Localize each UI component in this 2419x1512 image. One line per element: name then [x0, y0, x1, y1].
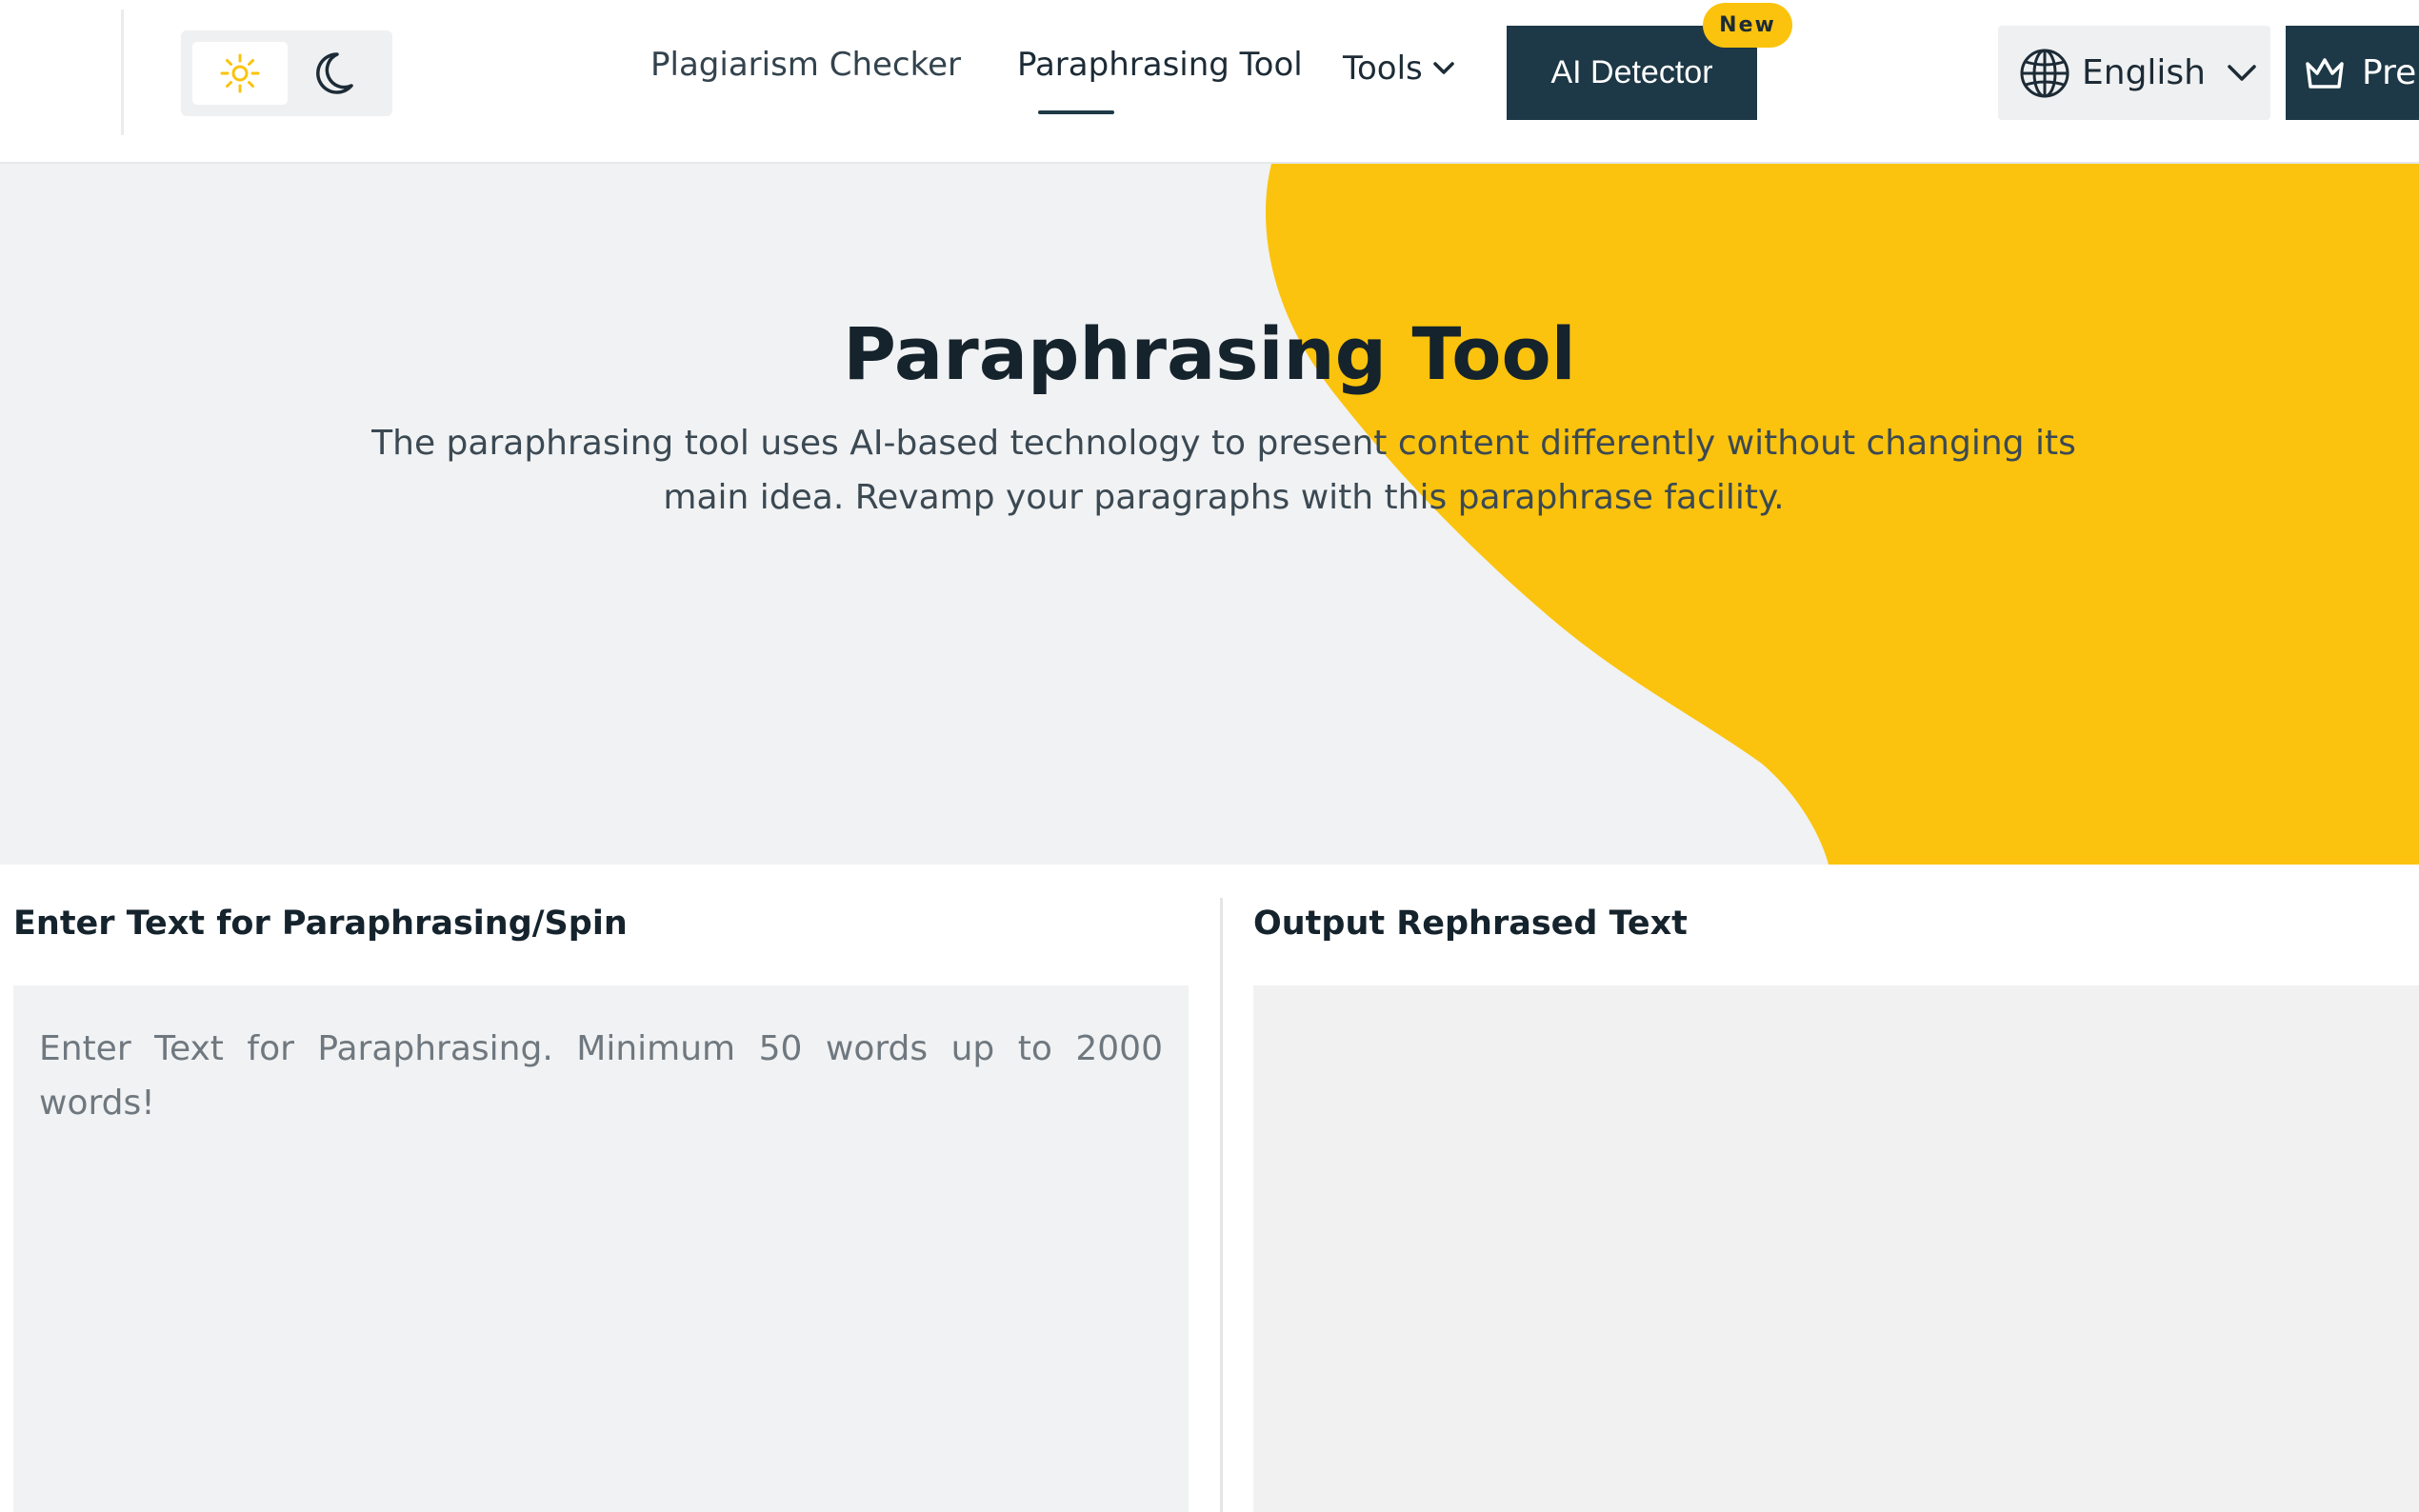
nav-paraphrasing-tool[interactable]: Paraphrasing Tool	[1017, 46, 1303, 84]
active-nav-indicator	[1038, 110, 1114, 114]
paraphrase-input[interactable]: Enter Text for Paraphrasing. Minimum 50 …	[13, 985, 1189, 1512]
language-label: English	[2082, 53, 2206, 92]
page-description: The paraphrasing tool uses AI-based tech…	[371, 424, 2076, 517]
header-divider	[121, 10, 124, 135]
sun-icon	[220, 53, 260, 93]
dark-mode-button[interactable]	[286, 42, 381, 105]
moon-icon	[316, 52, 353, 94]
nav-paraphrasing-tool-label: Paraphrasing Tool	[1017, 46, 1303, 84]
nav-tools-label: Tools	[1343, 50, 1423, 88]
nav-tools-dropdown[interactable]: Tools	[1343, 50, 1455, 88]
output-panel-label: Output Rephrased Text	[1253, 905, 1688, 943]
site-header: Plagiarism Checker Paraphrasing Tool Too…	[0, 0, 2419, 164]
ai-detector-label: AI Detector	[1550, 54, 1713, 90]
paraphrase-output	[1253, 985, 2419, 1512]
new-badge: New	[1703, 3, 1792, 48]
chevron-down-icon	[1433, 62, 1454, 74]
page-title: Paraphrasing Tool	[843, 311, 1576, 396]
language-selector[interactable]: English	[1998, 26, 2270, 120]
globe-icon	[2020, 49, 2069, 97]
panel-divider	[1220, 898, 1223, 1512]
nav-plagiarism-checker[interactable]: Plagiarism Checker	[650, 46, 961, 84]
input-panel-label: Enter Text for Paraphrasing/Spin	[13, 905, 628, 943]
theme-toggle	[181, 30, 392, 116]
premium-button[interactable]: Pre	[2286, 26, 2419, 120]
hero-section: Paraphrasing Tool The paraphrasing tool …	[0, 164, 2419, 865]
crown-icon	[2306, 57, 2344, 89]
light-mode-button[interactable]	[192, 42, 288, 105]
chevron-down-icon	[2228, 64, 2256, 81]
premium-label: Pre	[2362, 53, 2417, 92]
nav-plagiarism-checker-label: Plagiarism Checker	[650, 46, 961, 84]
